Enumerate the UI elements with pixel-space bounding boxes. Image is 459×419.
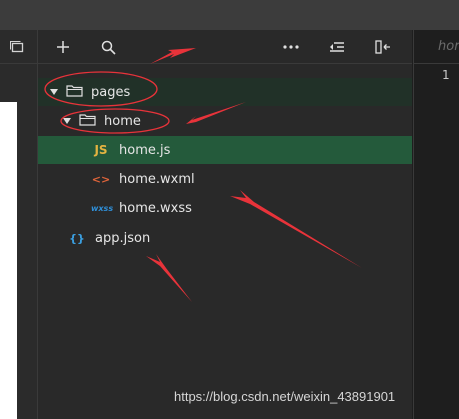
wxss-file-icon: wxss bbox=[91, 203, 114, 213]
line-number: 1 bbox=[442, 68, 450, 82]
tree-file-home-js[interactable]: JS home.js bbox=[38, 136, 412, 164]
tree-folder-home[interactable]: home bbox=[38, 107, 412, 135]
collapse-icon[interactable] bbox=[326, 36, 348, 58]
tree-file-home-wxml[interactable]: <> home.wxml bbox=[38, 165, 412, 193]
folder-label: pages bbox=[91, 84, 131, 100]
more-icon[interactable] bbox=[280, 36, 302, 58]
activity-pane bbox=[0, 30, 38, 419]
split-icon[interactable] bbox=[372, 36, 394, 58]
explorer-toolbar bbox=[38, 30, 412, 64]
title-bar bbox=[0, 0, 459, 30]
file-label: home.wxss bbox=[119, 200, 192, 216]
window-icon[interactable] bbox=[6, 36, 28, 58]
chevron-down-icon[interactable] bbox=[50, 89, 58, 95]
activity-toolbar bbox=[0, 30, 37, 64]
preview-panel bbox=[0, 102, 17, 419]
watermark: https://blog.csdn.net/weixin_43891901 bbox=[174, 389, 396, 404]
js-file-icon: JS bbox=[94, 143, 108, 157]
editor-tab[interactable]: hor bbox=[414, 30, 459, 64]
folder-icon bbox=[66, 84, 84, 101]
plus-icon[interactable] bbox=[52, 36, 74, 58]
chevron-down-icon[interactable] bbox=[63, 118, 71, 124]
code-editor[interactable]: hor 1 bbox=[413, 30, 459, 419]
json-file-icon: {} bbox=[69, 231, 85, 245]
wxml-file-icon: <> bbox=[91, 172, 111, 186]
folder-icon bbox=[79, 113, 97, 130]
file-label: app.json bbox=[95, 230, 151, 246]
file-explorer: pages home JS home.js <> home.wxml wxss … bbox=[38, 30, 412, 419]
file-label: home.js bbox=[119, 142, 171, 158]
tree-file-app-json[interactable]: {} app.json bbox=[38, 224, 412, 252]
tree-folder-pages[interactable]: pages bbox=[38, 78, 412, 106]
folder-label: home bbox=[104, 113, 141, 129]
search-icon[interactable] bbox=[97, 36, 119, 58]
file-label: home.wxml bbox=[119, 171, 195, 187]
tree-file-home-wxss[interactable]: wxss home.wxss bbox=[38, 194, 412, 222]
